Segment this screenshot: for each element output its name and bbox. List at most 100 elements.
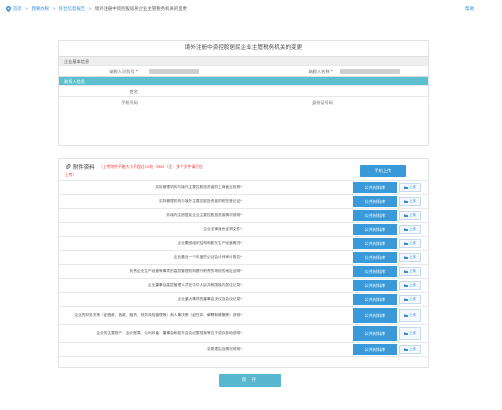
phone-label: 手机号码 xyxy=(121,100,138,105)
attachment-header: 附件资料 （上传附件不能大小不超过20兆（MB）（注：多个文件请打包 上传） 手… xyxy=(59,159,428,181)
upload-label: 上传 xyxy=(409,199,416,203)
attachment-label-text: 企业董事及高层管理人员在中华人民共和国境内居住记录 xyxy=(147,283,241,287)
folder-icon xyxy=(404,228,408,231)
required-mark: * xyxy=(240,347,242,351)
public-library-button[interactable]: 公共材料库 xyxy=(353,294,397,305)
phone-upload-button[interactable]: 手机上传 xyxy=(360,165,406,177)
public-library-button[interactable]: 公共材料库 xyxy=(353,252,397,263)
attachment-row: 变更理由及情况说明 * 公共材料库 上传 xyxy=(59,343,428,357)
upload-button[interactable]: 上传 xyxy=(399,327,421,340)
help-link[interactable]: 帮助 xyxy=(465,6,474,12)
required-mark: * xyxy=(240,313,242,317)
public-library-button[interactable]: 公共材料库 xyxy=(353,308,397,323)
contact-phone-row: 手机号码 身份证号码 xyxy=(59,96,428,107)
attachment-label: 负责企业生产经营等事项的高层管理机构履行职责的场所的地址证明 * xyxy=(59,265,245,278)
upload-button[interactable]: 上传 xyxy=(399,197,421,206)
upload-button[interactable]: 上传 xyxy=(399,267,421,276)
public-library-button[interactable]: 公共材料库 xyxy=(353,182,397,193)
attachment-row: 企业董事及高层管理人员在中华人民共和国境内居住记录 * 公共材料库 上传 xyxy=(59,279,428,293)
page-title: 境外注册中资控股居民企业主管税务机关的变更 xyxy=(184,45,303,51)
upload-button[interactable]: 上传 xyxy=(399,309,421,322)
required-mark: * xyxy=(240,269,242,273)
id-card-label: 身份证号码 xyxy=(312,100,333,105)
breadcrumb-separator: > xyxy=(88,6,92,12)
attachment-file-area xyxy=(245,237,353,250)
save-button[interactable]: 保 存 xyxy=(219,374,281,387)
public-library-button[interactable]: 公共材料库 xyxy=(353,266,397,277)
public-library-button[interactable]: 公共材料库 xyxy=(353,238,397,249)
taxpayer-name-label: 纳税人名称 * xyxy=(308,69,333,74)
upload-button[interactable]: 上传 xyxy=(399,281,421,290)
folder-icon xyxy=(404,332,408,335)
upload-label: 上传 xyxy=(409,347,416,351)
folder-icon xyxy=(404,256,408,259)
upload-label: 上传 xyxy=(409,213,416,217)
attachment-label-text: 企业最近一个年度的公证会计师审计报告 xyxy=(173,255,241,259)
attachment-list: 实际管理机构与境外主要控股投资者的工商营业执照 * 公共材料库 上传 实际管理机构与境… xyxy=(59,181,428,357)
folder-icon xyxy=(404,200,408,203)
contact-name-field[interactable] xyxy=(141,86,424,96)
required-mark: * xyxy=(240,331,242,335)
public-library-button[interactable]: 公共材料库 xyxy=(353,196,397,207)
breadcrumb-separator: > xyxy=(24,6,29,12)
upload-button[interactable]: 上传 xyxy=(399,345,421,354)
public-library-button[interactable]: 公共材料库 xyxy=(353,210,397,221)
attachment-label: 企业的主要财产、会计账簿、公司印章、董事会和股东会议纪要档案等位于或存放地说明 … xyxy=(59,325,245,342)
basic-info-header: 企业基本信息 xyxy=(59,56,428,65)
attachment-file-area xyxy=(245,279,353,292)
attachment-row: 非境内注册居民企业主要控股投资者情况说明 * 公共材料库 上传 xyxy=(59,209,428,223)
attachment-label-text: 非境内注册居民企业主要控股投资者情况说明 xyxy=(166,213,241,217)
breadcrumb-home[interactable]: 首页 xyxy=(13,6,22,12)
folder-icon xyxy=(404,298,408,301)
breadcrumb-separator: > xyxy=(52,6,56,12)
folder-icon xyxy=(404,242,408,245)
upload-button[interactable]: 上传 xyxy=(399,225,421,234)
breadcrumb-report[interactable]: 综合信息报告 xyxy=(59,6,85,12)
upload-label: 上传 xyxy=(409,241,416,245)
attachment-label-text: 企业重大事项的董事会决议及会议记录 xyxy=(177,297,241,301)
attachment-label-text: 企业的主要财产、会计账簿、公司印章、董事会和股东会议纪要档案等位于或存放地说明 xyxy=(96,331,241,335)
attachment-file-area xyxy=(245,293,353,306)
public-library-button[interactable]: 公共材料库 xyxy=(353,326,397,341)
attachment-label: 企业重大事项的董事会决议及会议记录 * xyxy=(59,293,245,306)
contact-name-label: 姓名 xyxy=(129,89,138,94)
upload-button[interactable]: 上传 xyxy=(399,239,421,248)
public-library-button[interactable]: 公共材料库 xyxy=(353,280,397,291)
upload-button[interactable]: 上传 xyxy=(399,211,421,220)
required-mark: * xyxy=(240,227,242,231)
attachment-file-area xyxy=(245,265,353,278)
contact-name-row: 姓名 xyxy=(59,85,428,96)
attachment-row: 企业法律身份证明文件 * 公共材料库 上传 xyxy=(59,223,428,237)
taxpayer-name-field xyxy=(336,66,426,76)
attachment-file-area xyxy=(245,325,353,342)
upload-label: 上传 xyxy=(409,185,416,189)
public-library-button[interactable]: 公共材料库 xyxy=(353,344,397,355)
attachment-file-area xyxy=(245,251,353,264)
upload-button[interactable]: 上传 xyxy=(399,253,421,262)
attachment-label-text: 企业集团组织结构和股东生产经营概况 xyxy=(177,241,241,245)
taxpayer-id-field xyxy=(141,66,236,76)
attachment-label: 企业集团组织结构和股东生产经营概况 * xyxy=(59,237,245,250)
folder-icon xyxy=(404,186,408,189)
folder-icon xyxy=(404,214,408,217)
id-card-field[interactable] xyxy=(336,97,426,107)
phone-field[interactable] xyxy=(141,97,236,107)
upload-button[interactable]: 上传 xyxy=(399,295,421,304)
attachment-label-text: 负责企业生产经营等事项的高层管理机构履行职责的场所的地址证明 xyxy=(129,269,241,273)
attachment-row: 负责企业生产经营等事项的高层管理机构履行职责的场所的地址证明 * 公共材料库 上传 xyxy=(59,265,428,279)
folder-icon xyxy=(404,270,408,273)
attachment-file-area xyxy=(245,195,353,208)
attachment-label-text: 企业法律身份证明文件 xyxy=(203,227,241,231)
attachment-label-text: 实际管理机构与境外主要控股投资者的工商营业执照 xyxy=(155,185,241,189)
attachment-row: 实际管理机构与境外主要控股投资者的工商营业执照 * 公共材料库 上传 xyxy=(59,181,428,195)
upload-label: 上传 xyxy=(409,255,416,259)
public-library-button[interactable]: 公共材料库 xyxy=(353,224,397,235)
attachment-label: 企业的财务决策（如借款、放款、融资、财务风险管理等）和人事决策（如任命、解聘和薪… xyxy=(59,307,245,324)
attachment-label: 非境内注册居民企业主要控股投资者情况说明 * xyxy=(59,209,245,222)
upload-button[interactable]: 上传 xyxy=(399,183,421,192)
upload-label: 上传 xyxy=(409,297,416,301)
breadcrumb-tax[interactable]: 我要办税 xyxy=(31,6,49,12)
attachment-label-text: 实际管理机构与境外主要控股投资者的税务登记证 xyxy=(159,199,241,203)
taxpayer-id-label: 纳税人识别号 * xyxy=(109,69,138,74)
upload-label: 上传 xyxy=(409,331,416,335)
